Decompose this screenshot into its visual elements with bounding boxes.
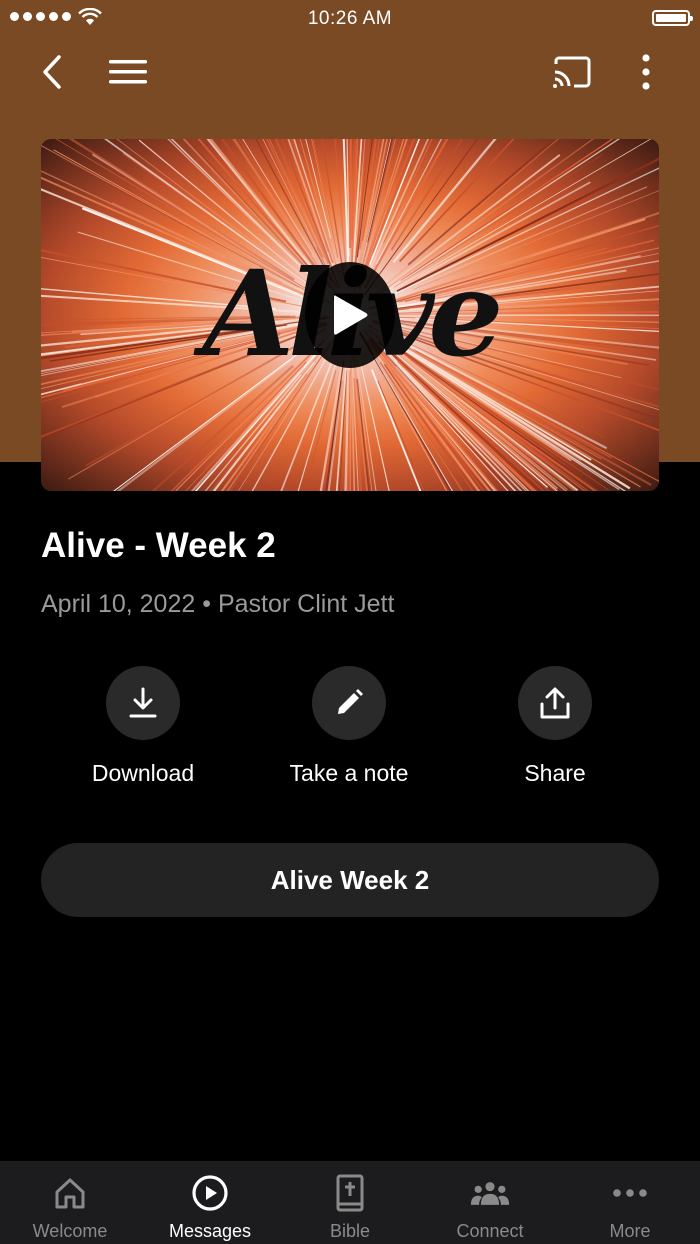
tab-more-label: More [609,1221,651,1241]
tab-welcome-label: Welcome [32,1221,108,1241]
vertical-dots-icon [642,54,650,90]
tab-bible-label: Bible [329,1221,371,1241]
pencil-icon [338,689,363,714]
share-action[interactable]: Share [455,666,655,787]
play-button[interactable] [305,262,395,368]
chevron-left-icon [43,55,61,89]
cast-icon [553,56,591,88]
people-icon [470,1182,510,1205]
message-date: April 10, 2022 [41,590,196,618]
series-button[interactable]: Alive Week 2 [41,843,659,917]
download-action[interactable]: Download [43,666,243,787]
play-circle-icon [192,1175,228,1211]
share-icon [540,687,570,719]
play-icon [334,295,368,335]
message-title: Alive - Week 2 [41,526,276,565]
tab-more[interactable]: More [560,1161,700,1244]
cast-button[interactable] [546,50,598,94]
tab-welcome[interactable]: Welcome [0,1161,140,1244]
status-bar: 10:26 AM [0,0,700,36]
more-dots-icon [613,1189,647,1197]
meta-separator: • [202,590,211,618]
tab-bible[interactable]: Bible [280,1161,420,1244]
home-icon [55,1178,85,1209]
status-time: 10:26 AM [307,8,393,29]
burst-ray [349,139,352,249]
tab-messages-label: Messages [168,1221,252,1241]
message-speaker: Pastor Clint Jett [217,590,395,618]
tab-connect-label: Connect [456,1221,524,1241]
message-meta: April 10, 2022 • Pastor Clint Jett [41,590,394,619]
bible-icon [336,1174,364,1212]
tab-connect[interactable]: Connect [420,1161,560,1244]
battery-icon [652,10,693,26]
hamburger-icon [109,60,147,84]
download-icon [129,687,157,718]
tab-bar: Welcome Messages Bible Connect More [0,1161,700,1244]
tab-messages[interactable]: Messages [140,1161,280,1244]
download-label: Download [91,760,195,786]
message-artwork[interactable]: Alive [41,139,659,491]
take-note-action[interactable]: Take a note [249,666,449,787]
menu-button[interactable] [104,50,152,94]
back-button[interactable] [28,50,74,94]
more-options-button[interactable] [626,50,666,94]
take-note-label: Take a note [289,760,409,786]
share-label: Share [524,760,586,786]
